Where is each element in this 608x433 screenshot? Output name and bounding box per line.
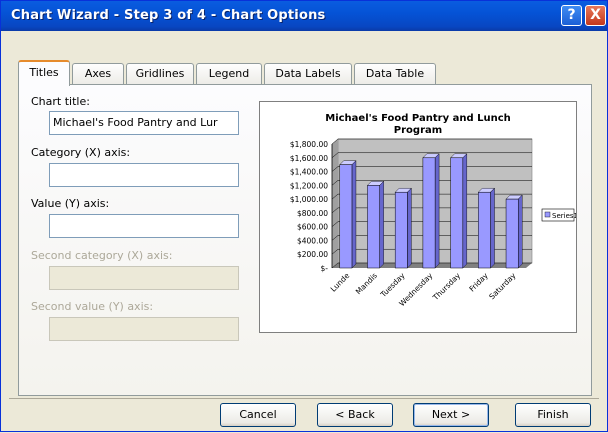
category-x-axis-input[interactable] [49, 163, 239, 187]
bar [367, 185, 380, 269]
y-tick-label: $1,000.00 [290, 195, 328, 204]
x-tick-label: Saturday [487, 271, 518, 302]
second-category-axis-input [49, 266, 239, 290]
category-x-axis-label: Category (X) axis: [31, 146, 131, 159]
bar [394, 191, 408, 269]
chart-preview-svg: Michael's Food Pantry and Lunch Program … [290, 113, 578, 308]
chart-preview: Michael's Food Pantry and Lunch Program … [259, 101, 578, 333]
bar [478, 191, 491, 269]
legend-swatch [544, 211, 551, 218]
x-tick-label: Mandis [354, 271, 379, 296]
bar-side [407, 187, 412, 269]
second-value-axis-input [49, 317, 239, 341]
chart-wizard-window: Chart Wizard - Step 3 of 4 - Chart Optio… [0, 0, 608, 432]
y-tick-label: $1,600.00 [290, 154, 328, 163]
bar [505, 198, 519, 269]
value-y-axis-input[interactable] [49, 214, 239, 238]
bar-side [434, 153, 440, 269]
second-value-axis-label: Second value (Y) axis: [31, 300, 154, 313]
value-y-axis-label: Value (Y) axis: [31, 197, 110, 210]
legend-label: Series1 [552, 212, 576, 220]
y-tick-label: $600.00 [297, 223, 328, 232]
y-tick-label: $800.00 [297, 209, 328, 218]
plot-side-wall [332, 139, 338, 268]
bar-side [379, 180, 384, 269]
y-tick-label: $1,400.00 [290, 168, 328, 177]
bar-side [518, 194, 523, 269]
bar [450, 157, 464, 269]
y-tick-label: $200.00 [297, 250, 328, 259]
y-tick-label: $400.00 [297, 236, 328, 245]
x-tick-label: Lunde [329, 271, 352, 294]
bar-side [351, 160, 357, 269]
x-tick-label: Friday [467, 271, 490, 294]
chart-title-label: Chart title: [31, 95, 90, 108]
bar [339, 164, 353, 269]
second-category-axis-label: Second category (X) axis: [31, 249, 173, 262]
bar-side [462, 153, 468, 269]
bar [422, 157, 436, 269]
bar-side [490, 187, 495, 269]
chart-title-input[interactable]: Michael's Food Pantry and Lur [49, 111, 239, 135]
y-tick-label: $1,800.00 [290, 140, 328, 149]
x-tick-label: Thursday [430, 271, 462, 303]
chart-title-line2: Program [394, 125, 442, 136]
y-tick-label: $- [321, 264, 329, 273]
y-tick-label: $1,200.00 [290, 181, 328, 190]
chart-title-line1: Michael's Food Pantry and Lunch [325, 113, 511, 124]
